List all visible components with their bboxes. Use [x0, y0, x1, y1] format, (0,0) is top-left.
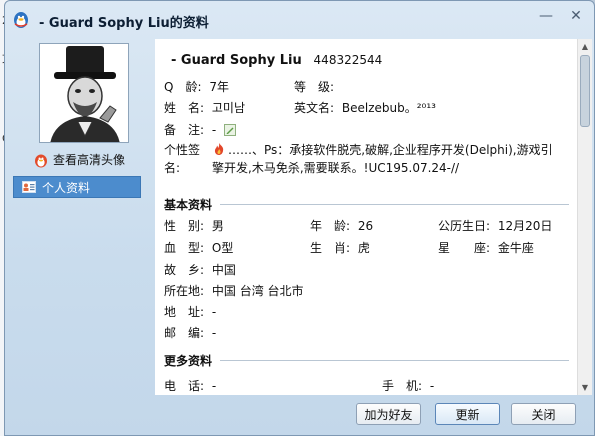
nickname-row: 姓 名: 고미남: [164, 99, 245, 116]
profile-name: - Guard Sophy Liu: [171, 53, 302, 68]
note-row: 备 注: -: [164, 121, 237, 138]
more-info-title: 更多资料: [164, 354, 213, 368]
mobile-row: 手 机: -: [382, 377, 434, 394]
refresh-button[interactable]: 更新: [435, 403, 500, 425]
note-label: 备 注:: [164, 123, 205, 137]
avatar-portrait: [40, 44, 128, 142]
zodiac-value: 虎: [357, 241, 370, 255]
gender-value: 男: [211, 219, 224, 233]
section-divider: [220, 360, 569, 361]
phone-row: 电 话: -: [164, 377, 216, 394]
gender-label: 性 别:: [164, 219, 205, 233]
zip-row: 邮 编: -: [164, 324, 216, 341]
basic-info-title: 基本资料: [164, 198, 213, 212]
q-age-value: 7年: [209, 80, 229, 94]
birthday-label: 公历生日:: [438, 219, 491, 233]
gender-row: 性 别: 男: [164, 217, 224, 234]
birthday-row: 公历生日: 12月20日: [438, 217, 552, 234]
close-window-button[interactable]: ✕: [563, 7, 589, 25]
phone-label: 电 话:: [164, 379, 205, 393]
signature-row: 个性签名: ……、Ps：承接软件脱壳,破解,企业程序开发(Delphi),游戏引…: [164, 141, 569, 177]
minimize-button[interactable]: —: [533, 7, 559, 25]
location-row: 所在地: 中国 台湾 台北市: [164, 282, 304, 299]
mobile-value: -: [429, 379, 435, 393]
more-info-heading: 更多资料: [164, 352, 569, 369]
level-label: 等 级:: [294, 80, 335, 94]
profile-window: - Guard Sophy Liu的资料 — ✕ 查看高清头像 个人资料 - G…: [4, 0, 595, 436]
flame-icon: [214, 143, 224, 155]
mobile-label: 手 机:: [382, 379, 423, 393]
age-value: 26: [357, 219, 374, 233]
qq-number[interactable]: 448322544: [314, 53, 383, 67]
window-title: - Guard Sophy Liu的资料: [39, 16, 209, 31]
nickname-label: 姓 名:: [164, 101, 205, 115]
basic-info-heading: 基本资料: [164, 196, 569, 213]
hometown-row: 故 乡: 中国: [164, 261, 236, 278]
english-name-row: 英文名: Beelzebub。²⁰¹³: [294, 99, 436, 116]
q-age-label: Q 龄:: [164, 80, 202, 94]
title-bar[interactable]: - Guard Sophy Liu的资料 — ✕: [5, 1, 594, 39]
english-name-label: 英文名:: [294, 101, 335, 115]
view-hd-avatar-link[interactable]: 查看高清头像: [33, 151, 125, 168]
hometown-value: 中国: [211, 263, 236, 277]
location-label: 所在地:: [164, 284, 205, 298]
q-age-row: Q 龄: 7年: [164, 78, 229, 95]
zip-value: -: [211, 326, 217, 340]
hometown-label: 故 乡:: [164, 263, 205, 277]
birthday-value: 12月20日: [497, 219, 553, 233]
scroll-down-arrow-icon[interactable]: ▼: [578, 380, 592, 395]
profile-content: - Guard Sophy Liu 448322544 Q 龄: 7年 等 级:…: [155, 39, 577, 395]
star-sign-label: 星 座:: [438, 241, 491, 255]
avatar[interactable]: [39, 43, 129, 143]
scroll-thumb[interactable]: [580, 55, 590, 127]
age-label: 年 龄:: [310, 219, 351, 233]
nickname-value: 고미남: [211, 101, 245, 115]
sidebar: 查看高清头像 个人资料: [13, 39, 151, 395]
signature-label: 个性签名:: [164, 143, 201, 175]
level-row: 等 级:: [294, 78, 334, 95]
note-value: -: [211, 123, 217, 137]
qq-penguin-icon: [14, 12, 28, 28]
blood-type-row: 血 型: O型: [164, 239, 233, 256]
edit-note-icon[interactable]: [224, 124, 237, 136]
location-value: 中国 台湾 台北市: [211, 284, 304, 298]
zodiac-label: 生 肖:: [310, 241, 351, 255]
blood-type-value: O型: [211, 241, 234, 255]
address-label: 地 址:: [164, 305, 205, 319]
signature-value: ……、Ps：承接软件脱壳,破解,企业程序开发(Delphi),游戏引擎开发,木马…: [212, 143, 553, 175]
zip-label: 邮 编:: [164, 326, 205, 340]
address-value: -: [211, 305, 217, 319]
blood-type-label: 血 型:: [164, 241, 205, 255]
signature-text: ……、Ps：承接软件脱壳,破解,企业程序开发(Delphi),游戏引擎开发,木马…: [212, 141, 557, 177]
profile-header: - Guard Sophy Liu 448322544: [171, 53, 382, 68]
age-row: 年 龄: 26: [310, 217, 373, 234]
sidebar-item-profile[interactable]: 个人资料: [13, 176, 141, 198]
section-divider: [220, 204, 569, 205]
view-hd-avatar-label: 查看高清头像: [53, 153, 126, 167]
sidebar-item-profile-label: 个人资料: [42, 180, 91, 195]
close-button[interactable]: 关闭: [511, 403, 576, 425]
footer-bar: 加为好友 更新 关闭: [5, 395, 594, 436]
address-row: 地 址: -: [164, 303, 216, 320]
phone-value: -: [211, 379, 217, 393]
qq-avatar-icon: [35, 154, 47, 167]
profile-card-icon: [22, 181, 36, 193]
star-sign-row: 星 座: 金牛座: [438, 239, 534, 256]
star-sign-value: 金牛座: [497, 241, 534, 255]
add-friend-button[interactable]: 加为好友: [356, 403, 421, 425]
zodiac-row: 生 肖: 虎: [310, 239, 370, 256]
scroll-up-arrow-icon[interactable]: ▲: [578, 39, 592, 54]
english-name-value: Beelzebub。²⁰¹³: [341, 101, 436, 115]
content-scrollbar[interactable]: ▲ ▼: [577, 39, 592, 395]
